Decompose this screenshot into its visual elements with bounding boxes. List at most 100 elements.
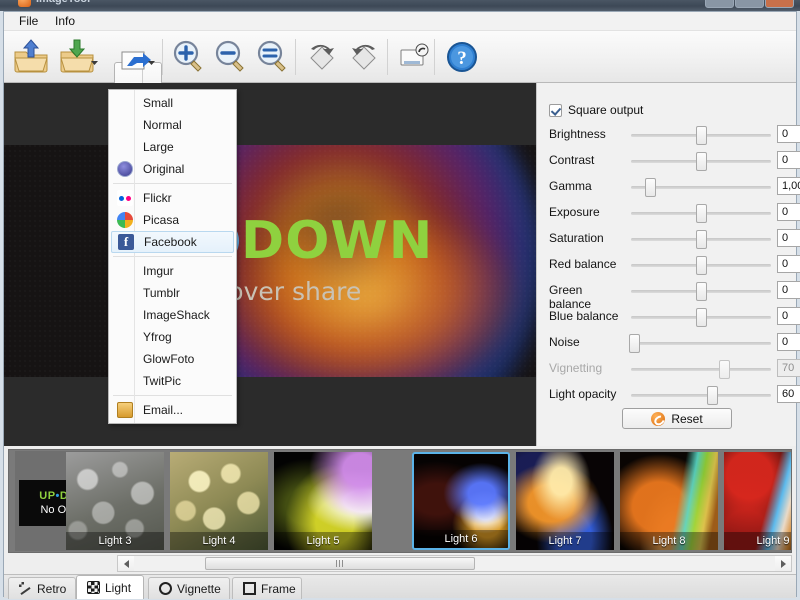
thumbnail-label: Light 8 (620, 532, 718, 550)
slider-thumb[interactable] (696, 282, 707, 301)
tab-label: Light (105, 581, 131, 595)
slider-thumb[interactable] (645, 178, 656, 197)
menu-item-info[interactable]: Info (48, 14, 82, 29)
slider-value[interactable]: 0 (777, 333, 800, 351)
menu-item-facebook[interactable]: f Facebook (111, 231, 234, 253)
maximize-button[interactable] (735, 0, 764, 8)
rotate-right-button[interactable] (301, 36, 343, 78)
wallpaper-button[interactable] (393, 36, 435, 78)
thumbnail-light-3[interactable]: Light 3 (66, 452, 164, 550)
menu-item-file[interactable]: File (12, 14, 45, 29)
menu-item-label: Facebook (144, 235, 197, 249)
slider-value[interactable]: 0 (777, 125, 800, 143)
slider-track[interactable] (631, 342, 771, 345)
menu-item-imageshack[interactable]: ImageShack (109, 304, 236, 326)
slider-value[interactable]: 0 (777, 203, 800, 221)
menu-item-tumblr[interactable]: Tumblr (109, 282, 236, 304)
slider-thumb[interactable] (696, 152, 707, 171)
slider-track[interactable] (631, 394, 771, 397)
zoom-fit-button[interactable] (251, 36, 293, 78)
thumbnail-list: Light 3 Light 4 Light 5 Light 6 (122, 451, 791, 551)
menu-item-flickr[interactable]: Flickr (109, 187, 236, 209)
slider-value[interactable]: 0 (777, 151, 800, 169)
zoom-in-button[interactable] (167, 36, 209, 78)
effects-strip[interactable]: UP•DOWN No Overlay Light 3 Light 4 (8, 449, 792, 553)
menu-item-picasa[interactable]: Picasa (109, 209, 236, 231)
reset-button-label: Reset (671, 412, 702, 426)
reset-icon (651, 412, 665, 426)
slider-label: Green balance (549, 283, 627, 311)
square-output-checkbox[interactable] (549, 104, 562, 117)
square-output-checkbox-row[interactable]: Square output (549, 102, 643, 118)
toolbar-separator (162, 39, 163, 75)
app-icon (18, 0, 31, 7)
tab-vignette[interactable]: Vignette (148, 577, 230, 599)
reset-button[interactable]: Reset (622, 408, 732, 429)
open-folder-up-button[interactable] (10, 36, 52, 78)
slider-value[interactable]: 0 (777, 255, 800, 273)
open-dropdown-arrow-icon[interactable] (90, 56, 99, 64)
svg-text:?: ? (457, 48, 467, 69)
close-button[interactable] (765, 0, 794, 8)
minimize-button[interactable] (705, 0, 734, 8)
preview-logo-down: DOWN (241, 211, 433, 271)
menu-item-large[interactable]: Large (109, 136, 236, 158)
tab-light[interactable]: Light (76, 575, 144, 599)
slider-value[interactable]: 1,00 (777, 177, 800, 195)
flickr-icon (117, 190, 133, 206)
thumbnail-light-4[interactable]: Light 4 (170, 452, 268, 550)
thumbnail-light-7[interactable]: Light 7 (516, 452, 614, 550)
slider-value[interactable]: 0 (777, 229, 800, 247)
menu-item-original[interactable]: Original (109, 158, 236, 180)
menu-item-email[interactable]: Email... (109, 399, 236, 421)
slider-thumb[interactable] (696, 256, 707, 275)
scroll-right-arrow-icon[interactable] (775, 556, 791, 571)
slider-label: Contrast (549, 153, 627, 167)
menu-separator (113, 256, 232, 257)
thumbnail-label: Light 7 (516, 532, 614, 550)
thumbnail-light-9[interactable]: Light 9 (724, 452, 792, 550)
thumbnail-light-8[interactable]: Light 8 (620, 452, 718, 550)
original-icon (117, 161, 133, 177)
no-overlay-logo-up: UP (39, 490, 55, 502)
tab-label: Frame (261, 582, 296, 596)
scroll-left-arrow-icon[interactable] (118, 556, 134, 571)
thumbnail-label: Light 6 (414, 530, 508, 548)
retro-icon (19, 582, 32, 595)
menu-item-normal[interactable]: Normal (109, 114, 236, 136)
window-title-bar: ImageTool (0, 0, 800, 11)
window-controls[interactable] (705, 0, 794, 8)
slider-value[interactable]: 60 (777, 385, 800, 403)
slider-value[interactable]: 0 (777, 307, 800, 325)
share-dropdown-menu[interactable]: Small Normal Large Original Flickr Picas… (108, 89, 237, 424)
slider-thumb[interactable] (707, 386, 718, 405)
slider-thumb[interactable] (629, 334, 640, 353)
thumbnail-light-6[interactable]: Light 6 (412, 452, 510, 550)
slider-value: 70 (777, 359, 800, 377)
thumbnail-light-5[interactable]: Light 5 (274, 452, 372, 550)
menu-item-small[interactable]: Small (109, 92, 236, 114)
menu-item-yfrog[interactable]: Yfrog (109, 326, 236, 348)
thumbnail-label: Light 3 (66, 532, 164, 550)
rotate-left-button[interactable] (343, 36, 385, 78)
slider-thumb[interactable] (696, 308, 707, 327)
menu-item-glowfoto[interactable]: GlowFoto (109, 348, 236, 370)
facebook-icon: f (118, 234, 134, 250)
strip-horizontal-scrollbar[interactable] (117, 555, 792, 572)
tab-frame[interactable]: Frame (232, 577, 302, 599)
scrollbar-thumb[interactable] (205, 557, 475, 570)
tab-retro[interactable]: Retro (8, 577, 76, 599)
vignette-icon (159, 582, 172, 595)
menu-item-twitpic[interactable]: TwitPic (109, 370, 236, 392)
help-button[interactable]: ? (441, 36, 483, 78)
menu-item-imgur[interactable]: Imgur (109, 260, 236, 282)
slider-thumb[interactable] (696, 126, 707, 145)
image-preview-canvas[interactable]: UPDOWN discover share (4, 83, 536, 446)
light-icon (87, 581, 100, 594)
zoom-out-button[interactable] (209, 36, 251, 78)
share-dropdown-arrow-icon[interactable] (147, 56, 156, 64)
slider-thumb[interactable] (696, 230, 707, 249)
slider-value[interactable]: 0 (777, 281, 800, 299)
slider-thumb (719, 360, 730, 379)
slider-thumb[interactable] (696, 204, 707, 223)
